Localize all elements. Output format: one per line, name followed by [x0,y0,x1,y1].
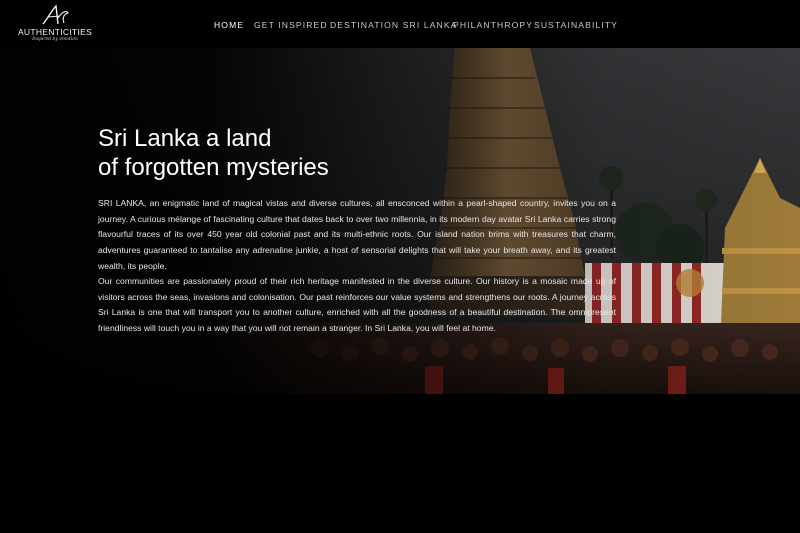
page-footer-space [0,394,800,533]
brand-name: AUTHENTICITIES [17,27,93,37]
page-title: Sri Lanka a land of forgotten mysteries [98,124,616,182]
site-header: AUTHENTICITIES Inspired by emotion HOME … [0,0,800,48]
nav-item-sustainability[interactable]: SUSTAINABILITY [534,20,618,30]
page-title-line-1: Sri Lanka a land [98,125,272,152]
heritage-paragraph: Our communities are passionately proud o… [98,276,616,334]
nav-item-get-inspired[interactable]: GET INSPIRED [254,20,328,30]
page-title-line-2: of forgotten mysteries [98,154,329,181]
brand-tagline: Inspired by emotion [32,37,78,42]
intro-paragraph: SRI LANKA, an enigmatic land of magical … [98,198,616,271]
nav-item-destination-sri-lanka[interactable]: DESTINATION SRI LANKA [330,20,458,30]
logo-mark-icon [42,4,69,25]
hero-content: Sri Lanka a land of forgotten mysteries … [98,124,616,333]
brand-logo[interactable]: AUTHENTICITIES Inspired by emotion [14,4,96,44]
nav-item-philanthropy[interactable]: PHILANTHROPY [453,20,533,30]
nav-item-home[interactable]: HOME [214,20,244,30]
